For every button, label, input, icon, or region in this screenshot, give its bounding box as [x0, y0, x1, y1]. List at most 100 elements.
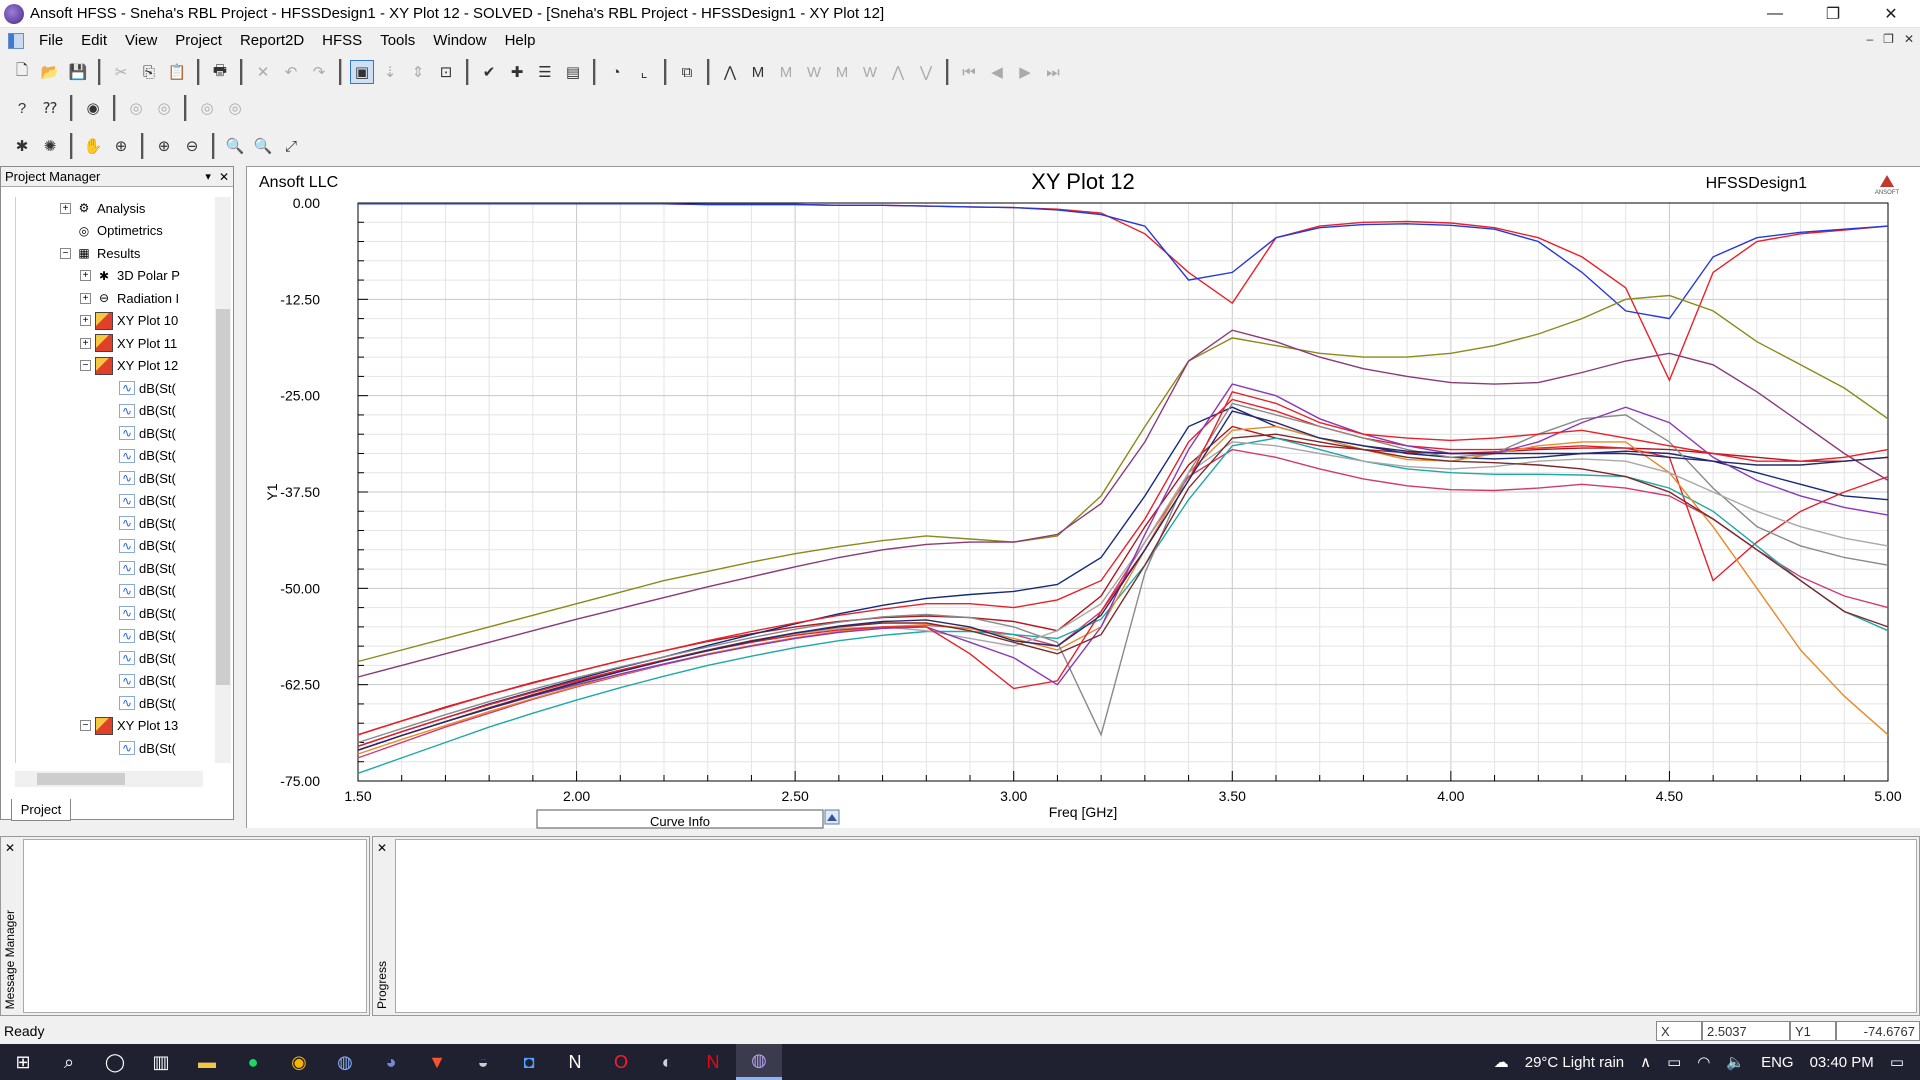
tree-item[interactable]: − ▦ Results [60, 242, 140, 264]
chrome-icon[interactable]: ◉ [276, 1044, 322, 1080]
tree-item[interactable]: +▣Port Field Displ [60, 760, 185, 764]
minimize-button[interactable]: — [1746, 0, 1804, 28]
expand-icon[interactable]: + [80, 315, 91, 326]
new-icon[interactable]: 🗋 [10, 60, 34, 84]
netflix-icon[interactable]: N [690, 1044, 736, 1080]
mdi-minimize-button[interactable]: – [1866, 32, 1873, 46]
expand-icon[interactable]: + [80, 292, 91, 304]
marker-min-icon[interactable]: M [774, 60, 798, 84]
print-icon[interactable]: 🖶 [208, 60, 232, 84]
tree-item[interactable]: ◎ Optimetrics [60, 220, 163, 242]
tree-item[interactable]: + XY Plot 10 [80, 310, 178, 332]
tree-item[interactable]: ∿ dB(St( [104, 737, 176, 759]
chevron-up-icon[interactable]: ∧ [1640, 1053, 1651, 1071]
scrollbar-thumb[interactable] [216, 309, 230, 685]
zoom-out-icon[interactable]: ⊖ [180, 134, 204, 158]
weather-icon[interactable]: ☁ [1494, 1053, 1509, 1071]
series-line-3[interactable] [357, 294, 1889, 663]
last-icon[interactable]: ⏭ [1041, 60, 1065, 84]
tree-item[interactable]: ∿ dB(St( [104, 377, 176, 399]
save-icon[interactable]: 💾 [66, 60, 90, 84]
delete-icon[interactable]: ✕ [251, 60, 275, 84]
menu-window[interactable]: Window [424, 28, 495, 54]
task-view-icon[interactable]: ▥ [138, 1044, 184, 1080]
close-icon[interactable]: ✕ [219, 170, 229, 184]
tree-item[interactable]: ∿ dB(St( [104, 670, 176, 692]
spotify-icon[interactable]: ● [230, 1044, 276, 1080]
cortana-icon[interactable]: ◯ [92, 1044, 138, 1080]
menu-project[interactable]: Project [166, 28, 231, 54]
view-icon[interactable]: ◉ [81, 96, 105, 120]
radiation-icon[interactable]: ✺ [38, 134, 62, 158]
opera-icon[interactable]: O [598, 1044, 644, 1080]
brave-icon[interactable]: ▼ [414, 1044, 460, 1080]
menu-edit[interactable]: Edit [72, 28, 116, 54]
play-icon[interactable]: ▶ [1013, 60, 1037, 84]
series-line-4[interactable] [357, 329, 1889, 678]
tree-item[interactable]: ∿ dB(St( [104, 422, 176, 444]
maximize-button[interactable]: ❐ [1804, 0, 1862, 28]
create-report-icon[interactable]: ⌞ [632, 60, 656, 84]
marker-prev-icon[interactable]: M [830, 60, 854, 84]
steam-icon[interactable]: ◐ [644, 1044, 690, 1080]
help-icon[interactable]: ? [10, 96, 34, 120]
scrollbar-thumb[interactable] [37, 773, 125, 785]
xy-plot-window[interactable]: Ansoft LLC XY Plot 12 HFSSDesign1 ANSOFT 0.0… [246, 166, 1920, 829]
menu-hfss[interactable]: HFSS [313, 28, 371, 54]
marker-next-icon[interactable]: W [802, 60, 826, 84]
close-icon[interactable]: ✕ [377, 841, 387, 855]
solution-data-icon[interactable]: ☰ [533, 60, 557, 84]
menu-help[interactable]: Help [496, 28, 545, 54]
validate-icon[interactable]: ✔ [477, 60, 501, 84]
tree-item[interactable]: ∿ dB(St( [104, 602, 176, 624]
mdi-close-button[interactable]: ✕ [1904, 32, 1914, 46]
tree-item[interactable]: ∿ dB(St( [104, 467, 176, 489]
model-icon[interactable]: ✱ [10, 134, 34, 158]
app-icon[interactable]: ◒ [460, 1044, 506, 1080]
tree-vertical-scrollbar[interactable] [215, 197, 231, 763]
message-list[interactable] [23, 839, 367, 1013]
notification-icon[interactable]: ▭ [1890, 1053, 1904, 1071]
report-icon[interactable]: ◔ [604, 60, 628, 84]
zoom-icon[interactable]: 🔍 [223, 134, 247, 158]
notes-icon[interactable]: ▤ [561, 60, 585, 84]
marker-max-icon[interactable]: M [746, 60, 770, 84]
menu-view[interactable]: View [116, 28, 166, 54]
clock[interactable]: 03:40 PM [1810, 1054, 1874, 1071]
weather-text[interactable]: 29°C Light rain [1525, 1054, 1624, 1071]
progress-area[interactable] [395, 839, 1917, 1013]
collapse-icon[interactable]: − [60, 247, 71, 259]
tree-item[interactable]: + ⚙ Analysis [60, 197, 145, 219]
collapse-icon[interactable]: − [80, 360, 91, 371]
wifi-icon[interactable]: ◠ [1697, 1053, 1710, 1071]
copy-icon[interactable]: ⎘ [137, 60, 161, 84]
xy-plot-chart[interactable]: Ansoft LLC XY Plot 12 HFSSDesign1 ANSOFT 0.0… [247, 167, 1920, 829]
show-icon[interactable]: ◎ [124, 96, 148, 120]
copy-image-icon[interactable]: ⧉ [675, 60, 699, 84]
curve-info-label[interactable]: Curve Info [650, 814, 710, 829]
tree-item[interactable]: ∿ dB(St( [104, 647, 176, 669]
expand-icon[interactable]: + [60, 202, 71, 214]
move-icon[interactable]: ⇣ [378, 60, 402, 84]
cut-icon[interactable]: ✂ [109, 60, 133, 84]
tree-item[interactable]: − XY Plot 12 [80, 355, 178, 377]
series-line-10[interactable] [357, 425, 1889, 755]
app-icon[interactable]: ◘ [506, 1044, 552, 1080]
fit-icon[interactable]: ⊡ [434, 60, 458, 84]
expand-icon[interactable]: + [80, 337, 91, 349]
close-button[interactable]: ✕ [1862, 0, 1920, 28]
tree-item[interactable]: + ✱ 3D Polar P [80, 265, 180, 287]
undo-icon[interactable]: ↶ [279, 60, 303, 84]
series-line-13[interactable] [357, 383, 1889, 751]
peak-icon[interactable]: ⋀ [886, 60, 910, 84]
tree-item[interactable]: ∿ dB(St( [104, 400, 176, 422]
tab-project[interactable]: Project [11, 799, 71, 821]
tree-horizontal-scrollbar[interactable] [15, 771, 203, 787]
discord-icon[interactable]: ◕ [368, 1044, 414, 1080]
menu-file[interactable]: File [30, 28, 72, 54]
tree-item[interactable]: ∿ dB(St( [104, 445, 176, 467]
expand-icon[interactable]: + [80, 270, 91, 281]
menu-report2d[interactable]: Report2D [231, 28, 313, 54]
show-all-icon[interactable]: ◎ [195, 96, 219, 120]
paste-icon[interactable]: 📋 [165, 60, 189, 84]
